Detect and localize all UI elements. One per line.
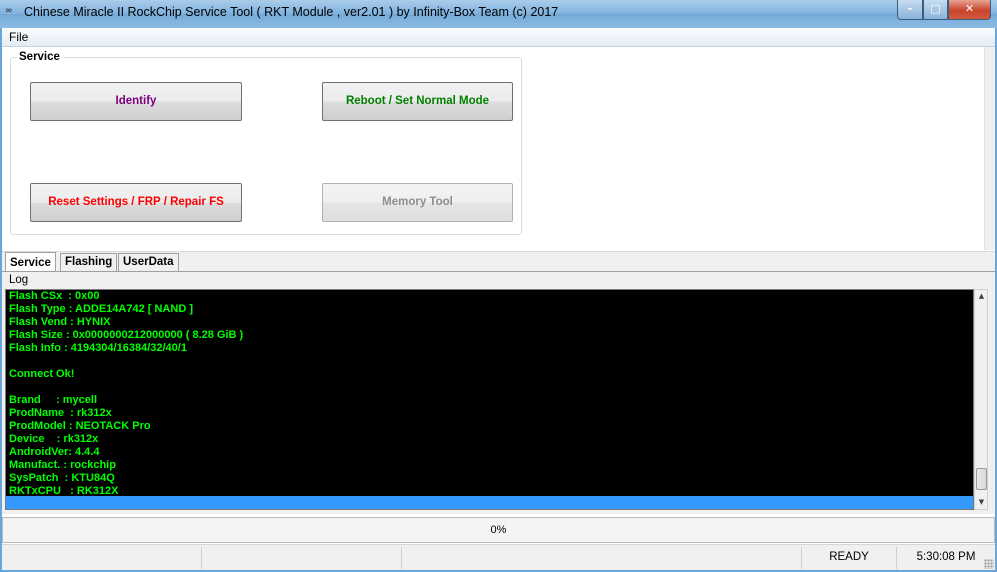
maximize-button[interactable]: □	[923, 0, 948, 20]
memory-tool-button: Memory Tool	[322, 183, 513, 222]
reboot-normal-mode-button[interactable]: Reboot / Set Normal Mode	[322, 82, 513, 121]
log-line: Brand : mycell	[9, 394, 98, 406]
window-title: Chinese Miracle II RockChip Service Tool…	[24, 5, 559, 19]
app-icon[interactable]: ∞	[5, 6, 19, 20]
log-line: Flash CSx : 0x00	[9, 290, 100, 302]
log-lines: Flash CSx : 0x00 Flash Type : ADDE14A742…	[9, 290, 243, 498]
progress-bar: 0%	[2, 517, 995, 543]
log-scrollbar[interactable]: ▲ ▼	[974, 289, 988, 510]
log-line: Device : rk312x	[9, 433, 99, 445]
resize-grip-icon[interactable]	[984, 559, 994, 569]
log-line: AndroidVer: 4.4.4	[9, 446, 100, 458]
client-area: Service Identify Reboot / Set Normal Mod…	[2, 47, 995, 570]
status-time: 5:30:08 PM	[916, 551, 976, 563]
title-bar[interactable]: ∞ Chinese Miracle II RockChip Service To…	[0, 0, 997, 28]
status-pane	[2, 547, 202, 569]
service-group-legend: Service	[17, 51, 62, 63]
identify-button[interactable]: Identify	[30, 82, 242, 121]
minimize-button[interactable]: –	[897, 0, 923, 20]
log-line: Connect Ok!	[9, 368, 75, 380]
menu-bar: File	[2, 28, 995, 47]
log-output[interactable]: Flash CSx : 0x00 Flash Type : ADDE14A742…	[5, 289, 974, 510]
status-pane	[202, 547, 402, 569]
log-line: Flash Size : 0x0000000212000000 ( 8.28 G…	[9, 329, 244, 341]
status-state: READY	[802, 547, 897, 569]
status-bar: READY 5:30:08 PM	[2, 544, 995, 570]
close-button[interactable]: ✕	[948, 0, 991, 20]
reset-frp-repair-button[interactable]: Reset Settings / FRP / Repair FS	[30, 183, 242, 222]
tab-flashing[interactable]: Flashing	[60, 253, 118, 271]
scroll-up-icon[interactable]: ▲	[975, 290, 988, 303]
progress-text: 0%	[490, 524, 507, 536]
tab-userdata[interactable]: UserData	[118, 253, 179, 271]
log-line: Flash Type : ADDE14A742 [ NAND ]	[9, 303, 193, 315]
log-line: Manufact. : rockchip	[9, 459, 116, 471]
status-pane	[402, 547, 802, 569]
log-line: Flash Vend : HYNIX	[9, 316, 111, 328]
tab-page-service: Log Flash CSx : 0x00 Flash Type : ADDE14…	[2, 271, 995, 514]
log-line: ProdModel : NEOTACK Pro	[9, 420, 151, 432]
log-label: Log	[9, 274, 29, 286]
scroll-thumb[interactable]	[976, 468, 987, 490]
log-line: SysPatch : KTU84Q	[9, 472, 115, 484]
tab-service[interactable]: Service	[5, 252, 56, 273]
tab-strip: Service Flashing UserData	[2, 251, 995, 273]
panel-scrollbar[interactable]	[984, 47, 995, 250]
log-selected-line[interactable]	[6, 496, 973, 509]
service-group: Service Identify Reboot / Set Normal Mod…	[10, 51, 522, 235]
menu-file[interactable]: File	[9, 30, 28, 44]
log-line: ProdName : rk312x	[9, 407, 112, 419]
log-line: Flash Info : 4194304/16384/32/40/1	[9, 342, 187, 354]
scroll-down-icon[interactable]: ▼	[975, 496, 988, 509]
